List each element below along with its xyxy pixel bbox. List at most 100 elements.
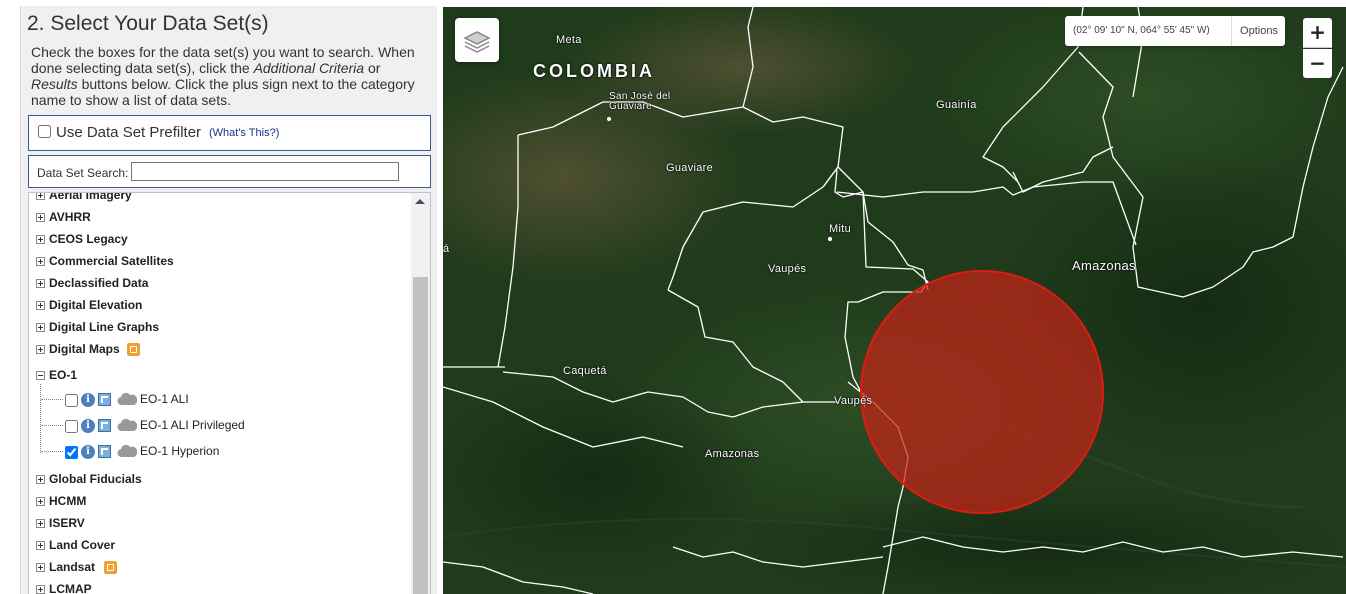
browse-icon[interactable] — [98, 419, 111, 432]
options-button[interactable]: Options — [1231, 16, 1286, 46]
map-label-mitu: Mitu — [829, 223, 851, 235]
category-land-cover[interactable]: Land Cover — [29, 537, 409, 557]
expand-icon[interactable] — [36, 585, 45, 594]
category-eo-1[interactable]: EO-1 — [29, 367, 409, 387]
category-commercial-satellites[interactable]: Commercial Satellites — [29, 253, 409, 273]
expand-icon[interactable] — [36, 497, 45, 506]
category-declassified-data[interactable]: Declassified Data — [29, 275, 409, 295]
map-label-meta: Meta — [556, 34, 582, 46]
instructions: Check the boxes for the data set(s) you … — [31, 44, 429, 108]
expand-icon[interactable] — [36, 519, 45, 528]
map-label-vaupes: Vaupés — [768, 263, 807, 275]
map-label-guainia: Guainía — [936, 99, 977, 111]
restricted-icon — [127, 343, 140, 356]
panel-title: 2. Select Your Data Set(s) — [27, 12, 269, 35]
expand-icon[interactable] — [36, 563, 45, 572]
map-view[interactable]: Meta COLOMBIA San José del Guaviare Guai… — [443, 7, 1346, 594]
category-hcmm[interactable]: HCMM — [29, 493, 409, 513]
category-label: Landsat — [49, 560, 96, 574]
instructions-additional-criteria: Additional Criteria — [253, 60, 365, 76]
expand-icon[interactable] — [36, 541, 45, 550]
category-ceos-legacy[interactable]: CEOS Legacy — [29, 231, 409, 251]
map-label-country: COLOMBIA — [533, 61, 655, 81]
city-marker-san-jose — [606, 116, 612, 122]
expand-icon[interactable] — [36, 279, 45, 288]
category-label: ISERV — [49, 516, 85, 530]
restricted-icon — [104, 561, 117, 574]
category-label: Digital Maps — [49, 342, 120, 356]
category-landsat[interactable]: Landsat — [29, 559, 409, 579]
zoom-in-button[interactable]: + — [1303, 18, 1332, 48]
category-label: EO-1 — [49, 368, 78, 382]
browse-icon[interactable] — [98, 393, 111, 406]
category-label: AVHRR — [49, 210, 91, 224]
cloud-icon — [117, 444, 137, 458]
category-label: LCMAP — [49, 582, 92, 594]
category-digital-elevation[interactable]: Digital Elevation — [29, 297, 409, 317]
prefilter-checkbox[interactable] — [38, 125, 51, 138]
category-label: Digital Elevation — [49, 298, 143, 312]
scroll-up-arrow-icon[interactable] — [415, 199, 425, 204]
expand-icon[interactable] — [36, 235, 45, 244]
info-icon[interactable]: i — [81, 393, 95, 407]
category-digital-maps[interactable]: Digital Maps — [29, 341, 409, 361]
expand-icon[interactable] — [36, 345, 45, 354]
dataset-checkbox[interactable] — [65, 446, 78, 459]
cloud-icon — [117, 418, 137, 432]
scroll-thumb[interactable] — [413, 277, 428, 594]
whats-this-link[interactable]: (What's This?) — [209, 127, 279, 139]
map-label-caqueta: Caquetá — [563, 365, 607, 377]
category-digital-line-graphs[interactable]: Digital Line Graphs — [29, 319, 409, 339]
dataset-checkbox[interactable] — [65, 394, 78, 407]
browse-icon[interactable] — [98, 445, 111, 458]
category-label: Aerial Imagery — [49, 192, 132, 202]
coordinate-readout: (02° 09' 10" N, 064° 55' 45" W) Options — [1065, 16, 1285, 46]
category-label: CEOS Legacy — [49, 232, 128, 246]
dataset-search-input[interactable] — [131, 162, 399, 181]
layers-icon — [463, 31, 491, 53]
category-label: Land Cover — [49, 538, 116, 552]
dataset-search-box: Data Set Search: — [28, 155, 431, 188]
left-pane: 2. Select Your Data Set(s) Check the box… — [0, 0, 442, 594]
map-label-amazonas-south: Amazonas — [705, 448, 760, 460]
map-label-guaviare: Guaviare — [666, 162, 714, 174]
city-marker-mitu — [827, 236, 833, 242]
category-label: Global Fiducials — [49, 472, 142, 486]
dataset-checkbox[interactable] — [65, 420, 78, 433]
dataset-panel: 2. Select Your Data Set(s) Check the box… — [20, 6, 437, 594]
search-label: Data Set Search: — [37, 166, 129, 180]
map-label-vaupes-2: Vaupés — [834, 395, 873, 407]
layers-button[interactable] — [455, 18, 499, 62]
dataset-label: EO-1 ALI — [140, 392, 189, 406]
map-terrain — [443, 7, 1346, 594]
category-label: HCMM — [49, 494, 87, 508]
dataset-label: EO-1 Hyperion — [140, 444, 220, 458]
search-area-circle — [860, 270, 1104, 514]
category-avhrr[interactable]: AVHRR — [29, 209, 409, 229]
coordinate-text: (02° 09' 10" N, 064° 55' 45" W) — [1073, 25, 1210, 36]
expand-icon[interactable] — [36, 213, 45, 222]
tree-scrollbar[interactable] — [411, 193, 430, 594]
dataset-label: EO-1 ALI Privileged — [140, 418, 245, 432]
expand-icon[interactable] — [36, 475, 45, 484]
expand-icon[interactable] — [36, 257, 45, 266]
category-label: Declassified Data — [49, 276, 149, 290]
cloud-icon — [117, 392, 137, 406]
category-aerial-imagery[interactable]: Aerial Imagery — [29, 192, 409, 207]
info-icon[interactable]: i — [81, 419, 95, 433]
dataset-eo1-hyperion: i EO-1 Hyperion — [29, 441, 409, 463]
category-global-fiducials[interactable]: Global Fiducials — [29, 471, 409, 491]
zoom-out-button[interactable]: − — [1303, 49, 1332, 78]
category-iserv[interactable]: ISERV — [29, 515, 409, 535]
category-label: Commercial Satellites — [49, 254, 174, 268]
dataset-tree: Aerial Imagery AVHRR CEOS Legacy Commerc… — [28, 192, 431, 594]
info-icon[interactable]: i — [81, 445, 95, 459]
dataset-eo1-ali: i EO-1 ALI — [29, 389, 409, 411]
map-label-edge: á — [443, 243, 450, 255]
category-lcmap[interactable]: LCMAP — [29, 581, 409, 594]
expand-icon[interactable] — [36, 193, 45, 200]
instructions-results: Results — [31, 76, 78, 92]
expand-icon[interactable] — [36, 301, 45, 310]
expand-icon[interactable] — [36, 323, 45, 332]
collapse-icon[interactable] — [36, 371, 45, 380]
